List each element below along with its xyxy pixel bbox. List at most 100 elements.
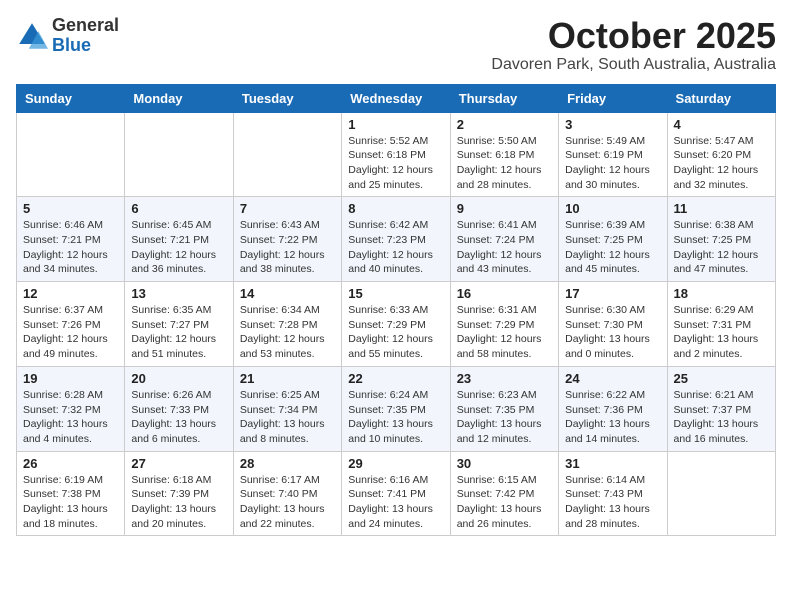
calendar-cell: 23 Sunrise: 6:23 AM Sunset: 7:35 PM Dayli… — [450, 366, 558, 451]
day-number: 26 — [23, 456, 118, 471]
day-info: Sunrise: 6:15 AM Sunset: 7:42 PM Dayligh… — [457, 473, 552, 532]
calendar-cell: 17Sunrise: 6:30 AM Sunset: 7:30 PM Dayli… — [559, 282, 667, 367]
calendar-cell: 26 Sunrise: 6:19 AM Sunset: 7:38 PM Dayli… — [17, 451, 125, 536]
day-info: Sunrise: 6:33 AM Sunset: 7:29 PM Dayligh… — [348, 303, 443, 362]
calendar-week-row: 5Sunrise: 6:46 AM Sunset: 7:21 PM Daylig… — [17, 197, 776, 282]
day-number: 3 — [565, 117, 660, 132]
logo-general-text: General — [52, 15, 119, 35]
day-info: Sunrise: 6:23 AM Sunset: 7:35 PM Dayligh… — [457, 388, 552, 447]
calendar-header-row: SundayMondayTuesdayWednesdayThursdayFrid… — [17, 84, 776, 112]
day-info: Sunrise: 6:14 AM Sunset: 7:43 PM Dayligh… — [565, 473, 660, 532]
calendar-cell: 22 Sunrise: 6:24 AM Sunset: 7:35 PM Dayli… — [342, 366, 450, 451]
calendar-cell: 18 Sunrise: 6:29 AM Sunset: 7:31 PM Dayli… — [667, 282, 775, 367]
day-number: 16 — [457, 286, 552, 301]
calendar-cell — [17, 112, 125, 197]
calendar-week-row: 26 Sunrise: 6:19 AM Sunset: 7:38 PM Dayli… — [17, 451, 776, 536]
day-info: Sunrise: 6:39 AM Sunset: 7:25 PM Dayligh… — [565, 218, 660, 277]
calendar-cell: 24 Sunrise: 6:22 AM Sunset: 7:36 PM Dayli… — [559, 366, 667, 451]
column-header-sunday: Sunday — [17, 84, 125, 112]
calendar-cell — [667, 451, 775, 536]
day-number: 2 — [457, 117, 552, 132]
day-number: 14 — [240, 286, 335, 301]
day-info: Sunrise: 6:35 AM Sunset: 7:27 PM Dayligh… — [131, 303, 226, 362]
day-number: 21 — [240, 371, 335, 386]
calendar-cell: 31Sunrise: 6:14 AM Sunset: 7:43 PM Dayli… — [559, 451, 667, 536]
day-number: 27 — [131, 456, 226, 471]
day-info: Sunrise: 6:37 AM Sunset: 7:26 PM Dayligh… — [23, 303, 118, 362]
day-info: Sunrise: 5:52 AM Sunset: 6:18 PM Dayligh… — [348, 134, 443, 193]
column-header-wednesday: Wednesday — [342, 84, 450, 112]
column-header-tuesday: Tuesday — [233, 84, 341, 112]
logo-blue-text: Blue — [52, 35, 91, 55]
day-info: Sunrise: 6:17 AM Sunset: 7:40 PM Dayligh… — [240, 473, 335, 532]
day-info: Sunrise: 6:22 AM Sunset: 7:36 PM Dayligh… — [565, 388, 660, 447]
calendar-cell: 15Sunrise: 6:33 AM Sunset: 7:29 PM Dayli… — [342, 282, 450, 367]
calendar-cell: 30 Sunrise: 6:15 AM Sunset: 7:42 PM Dayli… — [450, 451, 558, 536]
day-info: Sunrise: 6:19 AM Sunset: 7:38 PM Dayligh… — [23, 473, 118, 532]
calendar-cell: 29Sunrise: 6:16 AM Sunset: 7:41 PM Dayli… — [342, 451, 450, 536]
page-header: General Blue October 2025 Davoren Park, … — [16, 16, 776, 74]
day-info: Sunrise: 6:29 AM Sunset: 7:31 PM Dayligh… — [674, 303, 769, 362]
calendar-cell: 1 Sunrise: 5:52 AM Sunset: 6:18 PM Daylig… — [342, 112, 450, 197]
day-info: Sunrise: 6:38 AM Sunset: 7:25 PM Dayligh… — [674, 218, 769, 277]
day-number: 9 — [457, 201, 552, 216]
title-block: October 2025 Davoren Park, South Austral… — [491, 16, 776, 74]
day-info: Sunrise: 6:34 AM Sunset: 7:28 PM Dayligh… — [240, 303, 335, 362]
calendar-week-row: 12Sunrise: 6:37 AM Sunset: 7:26 PM Dayli… — [17, 282, 776, 367]
column-header-saturday: Saturday — [667, 84, 775, 112]
day-info: Sunrise: 5:49 AM Sunset: 6:19 PM Dayligh… — [565, 134, 660, 193]
day-number: 25 — [674, 371, 769, 386]
day-number: 18 — [674, 286, 769, 301]
calendar-table: SundayMondayTuesdayWednesdayThursdayFrid… — [16, 84, 776, 537]
calendar-cell: 20Sunrise: 6:26 AM Sunset: 7:33 PM Dayli… — [125, 366, 233, 451]
day-info: Sunrise: 6:28 AM Sunset: 7:32 PM Dayligh… — [23, 388, 118, 447]
calendar-cell: 19 Sunrise: 6:28 AM Sunset: 7:32 PM Dayli… — [17, 366, 125, 451]
calendar-cell: 3 Sunrise: 5:49 AM Sunset: 6:19 PM Daylig… — [559, 112, 667, 197]
calendar-cell: 12Sunrise: 6:37 AM Sunset: 7:26 PM Dayli… — [17, 282, 125, 367]
calendar-cell — [125, 112, 233, 197]
calendar-cell: 4Sunrise: 5:47 AM Sunset: 6:20 PM Daylig… — [667, 112, 775, 197]
day-number: 23 — [457, 371, 552, 386]
calendar-cell: 7Sunrise: 6:43 AM Sunset: 7:22 PM Daylig… — [233, 197, 341, 282]
day-number: 28 — [240, 456, 335, 471]
day-info: Sunrise: 6:42 AM Sunset: 7:23 PM Dayligh… — [348, 218, 443, 277]
day-number: 7 — [240, 201, 335, 216]
day-number: 22 — [348, 371, 443, 386]
calendar-cell: 8 Sunrise: 6:42 AM Sunset: 7:23 PM Daylig… — [342, 197, 450, 282]
day-number: 4 — [674, 117, 769, 132]
day-info: Sunrise: 6:31 AM Sunset: 7:29 PM Dayligh… — [457, 303, 552, 362]
day-info: Sunrise: 6:25 AM Sunset: 7:34 PM Dayligh… — [240, 388, 335, 447]
month-title: October 2025 — [491, 16, 776, 56]
day-number: 1 — [348, 117, 443, 132]
calendar-cell: 11 Sunrise: 6:38 AM Sunset: 7:25 PM Dayli… — [667, 197, 775, 282]
day-info: Sunrise: 6:24 AM Sunset: 7:35 PM Dayligh… — [348, 388, 443, 447]
calendar-cell: 21 Sunrise: 6:25 AM Sunset: 7:34 PM Dayli… — [233, 366, 341, 451]
calendar-cell: 2 Sunrise: 5:50 AM Sunset: 6:18 PM Daylig… — [450, 112, 558, 197]
day-number: 30 — [457, 456, 552, 471]
day-number: 10 — [565, 201, 660, 216]
calendar-cell: 14 Sunrise: 6:34 AM Sunset: 7:28 PM Dayli… — [233, 282, 341, 367]
day-number: 8 — [348, 201, 443, 216]
calendar-cell: 5Sunrise: 6:46 AM Sunset: 7:21 PM Daylig… — [17, 197, 125, 282]
day-number: 24 — [565, 371, 660, 386]
day-info: Sunrise: 5:50 AM Sunset: 6:18 PM Dayligh… — [457, 134, 552, 193]
logo-text: General Blue — [52, 16, 119, 56]
day-number: 20 — [131, 371, 226, 386]
calendar-cell: 27Sunrise: 6:18 AM Sunset: 7:39 PM Dayli… — [125, 451, 233, 536]
day-number: 5 — [23, 201, 118, 216]
calendar-cell: 13 Sunrise: 6:35 AM Sunset: 7:27 PM Dayli… — [125, 282, 233, 367]
day-info: Sunrise: 6:21 AM Sunset: 7:37 PM Dayligh… — [674, 388, 769, 447]
calendar-cell: 6Sunrise: 6:45 AM Sunset: 7:21 PM Daylig… — [125, 197, 233, 282]
day-number: 6 — [131, 201, 226, 216]
calendar-cell: 9Sunrise: 6:41 AM Sunset: 7:24 PM Daylig… — [450, 197, 558, 282]
calendar-cell: 10 Sunrise: 6:39 AM Sunset: 7:25 PM Dayli… — [559, 197, 667, 282]
calendar-week-row: 1 Sunrise: 5:52 AM Sunset: 6:18 PM Daylig… — [17, 112, 776, 197]
day-number: 13 — [131, 286, 226, 301]
day-info: Sunrise: 6:30 AM Sunset: 7:30 PM Dayligh… — [565, 303, 660, 362]
column-header-monday: Monday — [125, 84, 233, 112]
day-number: 11 — [674, 201, 769, 216]
calendar-cell: 25 Sunrise: 6:21 AM Sunset: 7:37 PM Dayli… — [667, 366, 775, 451]
day-number: 19 — [23, 371, 118, 386]
day-info: Sunrise: 6:16 AM Sunset: 7:41 PM Dayligh… — [348, 473, 443, 532]
logo: General Blue — [16, 16, 119, 56]
